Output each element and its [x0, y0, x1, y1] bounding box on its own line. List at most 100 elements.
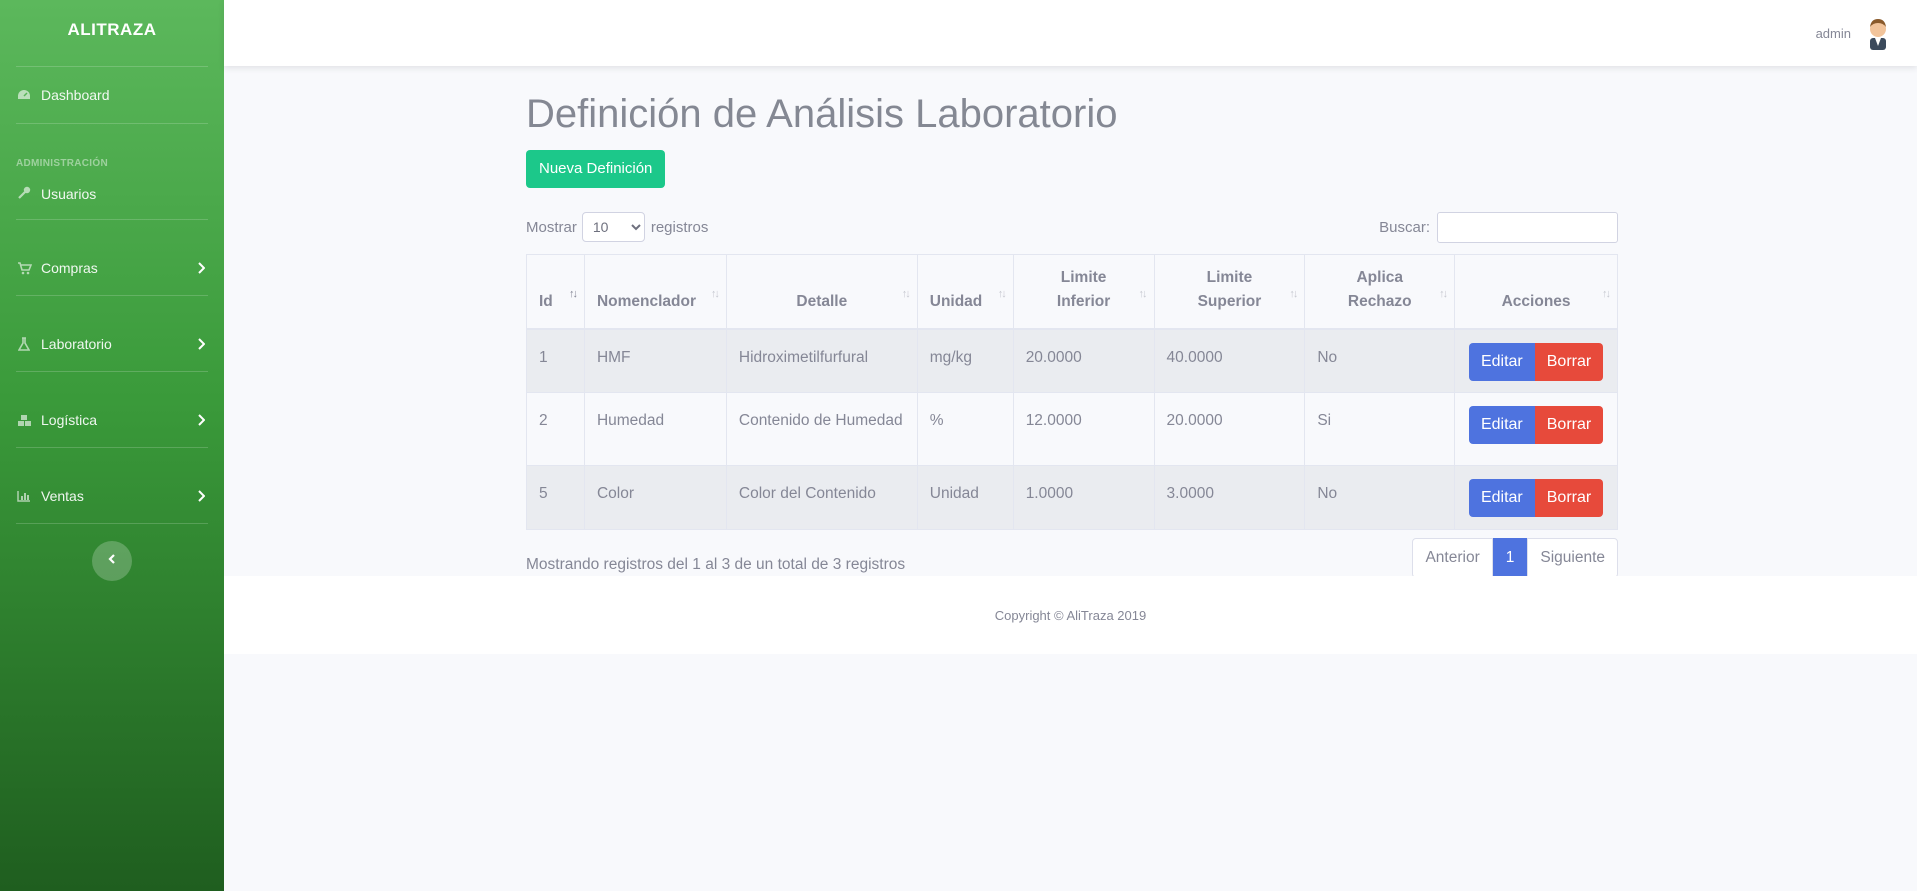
sidebar-item-laboratorio[interactable]: Laboratorio — [0, 324, 224, 364]
cell-limite-inferior: 1.0000 — [1012, 465, 1155, 530]
cell-limite-superior: 20.0000 — [1153, 392, 1306, 466]
edit-button[interactable]: Editar — [1468, 479, 1535, 517]
main-content: Definición de Análisis Laboratorio Nueva… — [526, 66, 1618, 578]
chart-icon — [16, 489, 32, 503]
cell-unidad: mg/kg — [916, 328, 1014, 393]
sidebar-item-label: Compras — [41, 260, 98, 276]
cell-unidad: % — [916, 392, 1014, 466]
column-header-label: Id — [539, 292, 553, 310]
table-footer: Mostrando registros del 1 al 3 de un tot… — [526, 538, 1618, 578]
sort-icon: ↑↓ — [901, 287, 911, 300]
search-input[interactable] — [1437, 211, 1618, 243]
page-length-select[interactable]: 10 — [581, 212, 645, 242]
cell-detalle: Hidroximetilfurfural — [725, 328, 918, 393]
sidebar-divider — [16, 523, 208, 524]
cell-detalle: Contenido de Humedad — [725, 392, 918, 466]
column-header-id[interactable]: Id ↑↓ — [526, 254, 585, 330]
sidebar-toggle-button[interactable] — [92, 541, 132, 581]
cubes-icon — [16, 413, 32, 427]
sort-icon: ↑↓ — [1439, 287, 1448, 300]
user-name[interactable]: admin — [1816, 26, 1851, 41]
column-header-label: Limite Superior — [1197, 268, 1262, 310]
cell-limite-superior: 40.0000 — [1153, 328, 1306, 393]
column-header-label: Detalle — [796, 292, 848, 310]
sort-icon: ↑↓ — [1289, 287, 1298, 300]
cell-aplica-rechazo: Si — [1304, 392, 1456, 466]
cell-acciones: Editar Borrar — [1454, 328, 1618, 393]
chevron-right-icon — [194, 413, 208, 427]
table-row: 5 Color Color del Contenido Unidad 1.000… — [526, 465, 1618, 530]
cart-icon — [16, 261, 32, 275]
chevron-right-icon — [194, 261, 208, 275]
cell-id: 5 — [526, 465, 585, 530]
chevron-left-icon — [108, 552, 116, 570]
cell-aplica-rechazo: No — [1304, 465, 1456, 530]
column-header-aplica-rechazo[interactable]: Aplica Rechazo ↑↓ — [1304, 254, 1456, 330]
search-label: Buscar: — [1379, 218, 1430, 236]
delete-button[interactable]: Borrar — [1534, 342, 1604, 381]
column-header-label: Acciones — [1501, 292, 1571, 310]
cell-detalle: Color del Contenido — [725, 465, 918, 530]
cell-id: 2 — [526, 392, 585, 466]
edit-button[interactable]: Editar — [1468, 406, 1535, 444]
pagination-page-1[interactable]: 1 — [1492, 538, 1528, 578]
brand-logo[interactable]: ALITRAZA — [0, 0, 224, 60]
sidebar-item-logistica[interactable]: Logística — [0, 400, 224, 440]
pagination-next[interactable]: Siguiente — [1527, 538, 1618, 578]
sidebar-item-compras[interactable]: Compras — [0, 248, 224, 288]
sidebar-item-label: Dashboard — [41, 87, 110, 103]
flask-icon — [16, 337, 32, 351]
cell-nomenclador: HMF — [583, 328, 727, 393]
sidebar-item-label: Usuarios — [41, 186, 97, 202]
cell-limite-superior: 3.0000 — [1153, 465, 1306, 530]
edit-button[interactable]: Editar — [1468, 342, 1535, 381]
sort-icon: ↑↓ — [997, 287, 1007, 300]
records-label: registros — [650, 218, 709, 236]
chevron-right-icon — [194, 337, 208, 351]
cell-unidad: Unidad — [916, 465, 1014, 530]
cell-limite-inferior: 12.0000 — [1012, 392, 1155, 466]
delete-button[interactable]: Borrar — [1534, 479, 1604, 517]
avatar[interactable] — [1863, 16, 1893, 50]
pagination-previous[interactable]: Anterior — [1412, 538, 1493, 578]
tachometer-icon — [16, 88, 32, 102]
table-row: 2 Humedad Contenido de Humedad % 12.0000… — [526, 392, 1618, 466]
key-icon — [16, 186, 32, 200]
column-header-unidad[interactable]: Unidad ↑↓ — [916, 254, 1014, 330]
sidebar-item-usuarios[interactable]: Usuarios — [0, 178, 224, 219]
pagination: Anterior 1 Siguiente — [1412, 538, 1618, 578]
sidebar-item-label: Ventas — [41, 488, 84, 504]
cell-id: 1 — [526, 328, 585, 393]
cell-acciones: Editar Borrar — [1454, 392, 1618, 466]
sort-icon: ↑↓ — [710, 287, 720, 300]
sidebar-item-dashboard[interactable]: Dashboard — [0, 67, 224, 123]
chevron-right-icon — [194, 489, 208, 503]
column-header-nomenclador[interactable]: Nomenclador ↑↓ — [583, 254, 727, 330]
table-info: Mostrando registros del 1 al 3 de un tot… — [526, 556, 906, 573]
copyright-text: Copyright © AliTraza 2019 — [994, 607, 1147, 623]
cell-aplica-rechazo: No — [1304, 328, 1456, 393]
table-row: 1 HMF Hidroximetilfurfural mg/kg 20.0000… — [526, 328, 1618, 393]
page-length-control: Mostrar 10 registros — [526, 212, 708, 242]
new-definition-button[interactable]: Nueva Definición — [526, 150, 666, 188]
sort-icon: ↑↓ — [1138, 287, 1148, 300]
column-header-detalle[interactable]: Detalle ↑↓ — [725, 254, 918, 330]
cell-nomenclador: Color — [583, 465, 727, 530]
topbar: admin — [224, 0, 1917, 66]
search-control: Buscar: — [1379, 211, 1618, 243]
table-header-row: Id ↑↓ Nomenclador ↑↓ Detalle ↑↓ Unidad ↑↓ Li… — [526, 254, 1618, 330]
cell-acciones: Editar Borrar — [1454, 465, 1618, 530]
column-header-limite-inferior[interactable]: Limite Inferior ↑↓ — [1012, 254, 1155, 330]
sidebar: ALITRAZA Dashboard ADMINISTRACIÓN Usuari… — [0, 0, 224, 891]
column-header-limite-superior[interactable]: Limite Superior ↑↓ — [1153, 254, 1306, 330]
sidebar-item-ventas[interactable]: Ventas — [0, 476, 224, 516]
cell-limite-inferior: 20.0000 — [1012, 328, 1155, 393]
sort-icon: ↑↓ — [1602, 287, 1611, 300]
delete-button[interactable]: Borrar — [1534, 406, 1604, 444]
column-header-acciones[interactable]: Acciones ↑↓ — [1454, 254, 1618, 330]
column-header-label: Unidad — [929, 292, 983, 310]
